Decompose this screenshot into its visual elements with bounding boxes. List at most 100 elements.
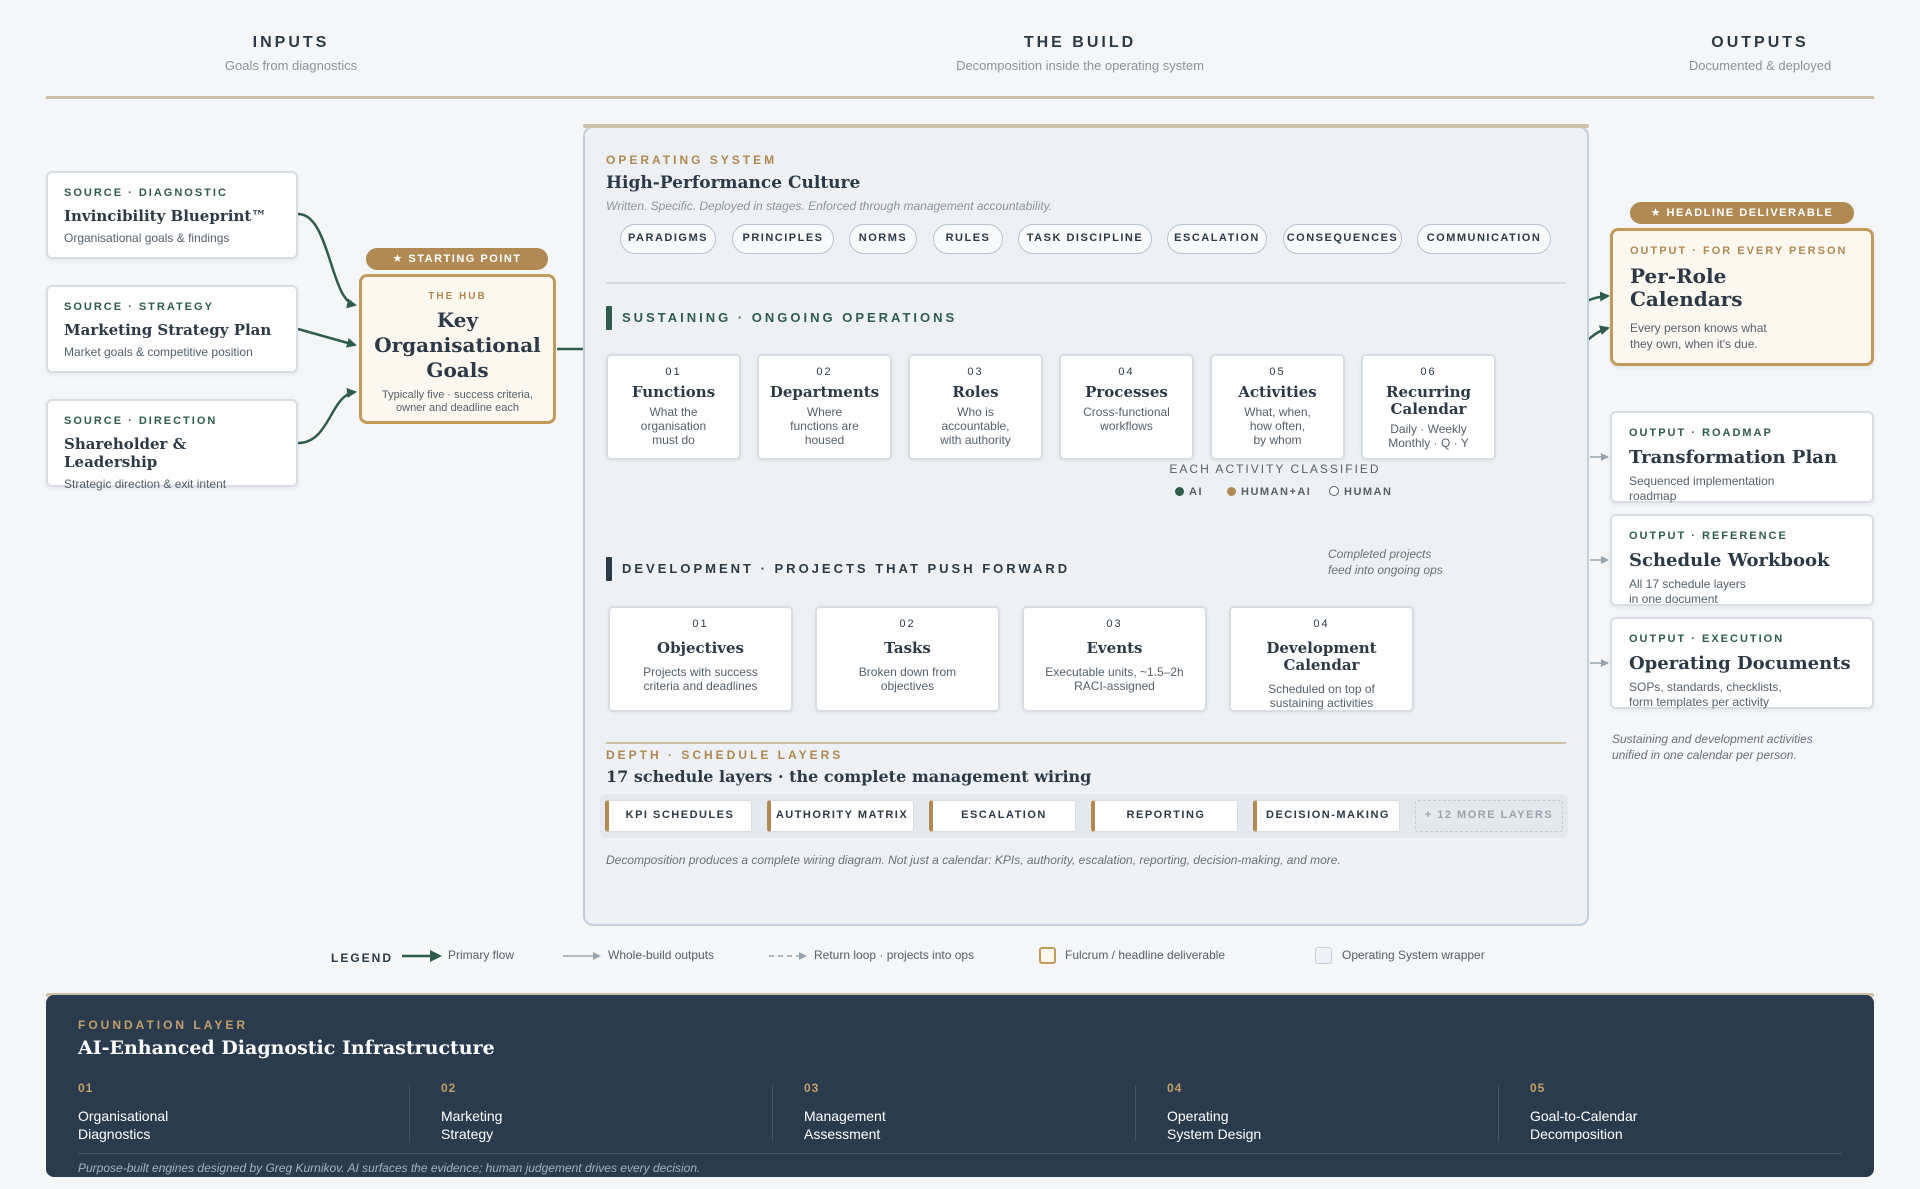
source-tag: SOURCE · DIAGNOSTIC [64,187,228,199]
foundation-item-marketing[interactable]: 02 Marketing Strategy [409,1081,502,1142]
human-ai-dot-icon [1227,487,1236,496]
sustaining-step-roles[interactable]: 03 Roles Who is accountable, with author… [908,354,1043,460]
step-desc: Where functions are housed [759,405,890,447]
step-desc-line: RACI-assigned [1074,679,1155,694]
output-transformation-plan[interactable]: OUTPUT · ROADMAP Transformation Plan Seq… [1610,411,1874,503]
step-desc-line: Daily · Weekly [1390,422,1467,436]
step-number: 04 [1313,618,1330,630]
output-desc-line: they own, when it's due. [1630,336,1758,351]
output-operating-documents[interactable]: OUTPUT · EXECUTION Operating Documents S… [1610,617,1874,709]
development-step-development-calendar[interactable]: 04 Development Calendar Scheduled on top… [1229,606,1414,712]
source-card-strategy[interactable]: SOURCE · STRATEGY Marketing Strategy Pla… [46,285,298,373]
foundation-line: Operating [1167,1108,1229,1124]
legend-return-loop: Return loop · projects into ops [814,948,975,962]
output-desc-line: Every person knows what [1630,321,1767,335]
output-per-role-calendars[interactable]: OUTPUT · FOR EVERY PERSON Per-Role Calen… [1610,228,1874,366]
pill-principles[interactable]: PRINCIPLES [732,224,834,254]
output-desc: Every person knows what they own, when i… [1630,321,1854,352]
output-desc-line: Sequenced implementation [1629,474,1775,488]
foundation-title: AI-Enhanced Diagnostic Infrastructure [78,1037,495,1059]
foundation-layer: FOUNDATION LAYER AI-Enhanced Diagnostic … [46,995,1874,1177]
step-desc-line: Where [806,405,843,419]
hub-desc-line: Typically five · success criteria, [382,389,533,401]
sustaining-step-recurring-calendar[interactable]: 06 Recurring Calendar Daily · Weekly Mon… [1361,354,1496,460]
note-line: Sustaining and development activities [1612,732,1813,746]
flow-direction-to-hub [297,388,357,445]
headline-badge: ★ HEADLINE DELIVERABLE [1630,202,1854,224]
output-desc-line: SOPs, standards, checklists, [1629,680,1782,694]
foundation-item-num: 01 [78,1081,94,1095]
step-title: Departments [769,383,880,401]
output-tag: OUTPUT · EXECUTION [1629,633,1785,645]
step-desc-line: must do [652,433,695,448]
pill-task-discipline[interactable]: TASK DISCIPLINE [1018,224,1152,254]
layer-authority-matrix[interactable]: AUTHORITY MATRIX [767,800,914,832]
foundation-item-num: 04 [1167,1081,1183,1095]
step-desc-line: criteria and deadlines [643,679,758,694]
class-label: AI [1189,486,1203,498]
hub-key-goals[interactable]: THE HUB Key Organisational Goals Typical… [359,274,556,424]
output-desc: Sequenced implementation roadmap [1629,474,1855,504]
source-desc: Market goals & competitive position [64,345,253,359]
step-desc-line: sustaining activities [1269,696,1374,711]
pill-consequences[interactable]: CONSEQUENCES [1283,224,1402,254]
layer-kpi-schedules[interactable]: KPI SCHEDULES [605,800,752,832]
pill-escalation[interactable]: ESCALATION [1167,224,1267,254]
sustaining-step-processes[interactable]: 04 Processes Cross-functional workflows [1059,354,1194,460]
pill-paradigms[interactable]: PARADIGMS [620,224,716,254]
foundation-item-label: Goal-to-Calendar Decomposition [1530,1107,1637,1143]
os-tag: OPERATING SYSTEM [606,153,778,167]
output-desc: All 17 schedule layers in one document [1629,577,1855,607]
source-tag: SOURCE · DIRECTION [64,415,218,427]
step-desc: Broken down from objectives [817,665,998,693]
hub-title-line: Key [436,308,479,332]
step-number: 02 [899,618,916,630]
foundation-tag: FOUNDATION LAYER [78,1018,249,1032]
step-title: Recurring Calendar [1363,384,1494,418]
pill-norms[interactable]: NORMS [849,224,917,254]
foundation-item-decomposition[interactable]: 05 Goal-to-Calendar Decomposition [1498,1081,1637,1143]
column-build: THE BUILD Decomposition inside the opera… [880,34,1280,73]
sustaining-step-functions[interactable]: 01 Functions What the organisation must … [606,354,741,460]
development-step-events[interactable]: 03 Events Executable units, ~1.5–2h RACI… [1022,606,1207,712]
foundation-item-management[interactable]: 03 Management Assessment [772,1081,886,1142]
step-desc-line: functions are [790,419,859,434]
development-step-objectives[interactable]: 01 Objectives Projects with success crit… [608,606,793,712]
step-desc-line: Cross-functional [1083,405,1170,419]
source-card-diagnostic[interactable]: SOURCE · DIAGNOSTIC Invincibility Bluepr… [46,171,298,259]
legend-primary-flow: Primary flow [448,948,515,962]
step-desc-line: with authority [940,433,1011,448]
output-schedule-workbook[interactable]: OUTPUT · REFERENCE Schedule Workbook All… [1610,514,1874,606]
output-tag: OUTPUT · FOR EVERY PERSON [1630,245,1848,257]
column-outputs-subtitle: Documented & deployed [1688,58,1832,73]
source-card-direction[interactable]: SOURCE · DIRECTION Shareholder & Leaders… [46,399,298,491]
layer-reporting[interactable]: REPORTING [1091,800,1238,832]
output-title: Operating Documents [1629,653,1851,674]
layer-escalation[interactable]: ESCALATION [929,800,1076,832]
note-line: Completed projects [1328,547,1432,561]
pill-rules[interactable]: RULES [933,224,1003,254]
step-title-line: Calendar [1390,400,1467,418]
sustaining-step-departments[interactable]: 02 Departments Where functions are house… [757,354,892,460]
development-step-tasks[interactable]: 02 Tasks Broken down from objectives [815,606,1000,712]
column-build-title: THE BUILD [1023,34,1137,51]
step-desc-line: Executable units, ~1.5–2h [1045,665,1184,679]
pill-communication[interactable]: COMMUNICATION [1417,224,1551,254]
foundation-item-num: 05 [1530,1081,1546,1095]
foundation-item-operating-system[interactable]: 04 Operating System Design [1135,1081,1261,1142]
step-desc-line: how often, [1249,419,1306,434]
hub-desc: Typically five · success criteria, owner… [362,389,553,415]
sustaining-step-activities[interactable]: 05 Activities What, when, how often, by … [1210,354,1345,460]
step-title: Events [1086,639,1143,657]
foundation-item-num: 03 [804,1081,820,1095]
foundation-item-diagnostics[interactable]: 01 Organisational Diagnostics [46,1081,168,1142]
ai-dot-icon [1175,487,1184,496]
step-title-line: Recurring [1386,383,1471,401]
step-number: 05 [1269,366,1286,378]
layer-more[interactable]: + 12 MORE LAYERS [1415,800,1563,832]
source-title: Marketing Strategy Plan [64,321,272,339]
step-title: Roles [952,383,999,401]
step-desc-line: Monthly · Q · Y [1388,436,1469,451]
step-title: Tasks [884,639,931,657]
layer-decision-making[interactable]: DECISION-MAKING [1253,800,1400,832]
